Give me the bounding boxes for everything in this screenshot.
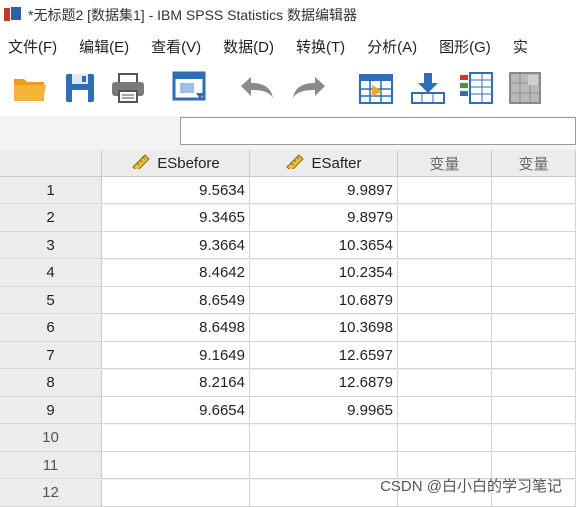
menu-graphs[interactable]: 图形(G) <box>439 36 491 57</box>
cell-empty[interactable] <box>492 397 576 424</box>
cell-empty[interactable] <box>492 342 576 369</box>
print-icon[interactable] <box>108 68 148 108</box>
cell-esafter[interactable]: 10.3698 <box>250 314 398 342</box>
row-number[interactable]: 5 <box>0 287 102 314</box>
cell-esbefore[interactable]: 9.6654 <box>102 397 250 424</box>
row-number[interactable]: 3 <box>0 232 102 259</box>
menu-bar: 文件(F) 编辑(E) 查看(V) 数据(D) 转换(T) 分析(A) 图形(G… <box>0 32 576 60</box>
watermark-text: CSDN @白小白的学习笔记 <box>380 478 562 495</box>
cell-esbefore[interactable] <box>102 452 250 479</box>
cell-empty[interactable] <box>492 204 576 232</box>
row-number[interactable]: 8 <box>0 369 102 397</box>
open-folder-icon[interactable] <box>10 68 50 108</box>
data-grid: ESbefore ESafter 变量 变量 1 9.5634 9.9897 2 9.3… <box>0 150 576 507</box>
cell-esafter[interactable]: 10.3654 <box>250 232 398 259</box>
cell-esafter[interactable]: 9.8979 <box>250 204 398 232</box>
cell-esafter[interactable]: 12.6879 <box>250 369 398 397</box>
insert-cases-icon[interactable] <box>408 68 448 108</box>
cell-empty[interactable] <box>398 232 492 259</box>
cell-esbefore[interactable]: 9.3664 <box>102 232 250 259</box>
cell-empty[interactable] <box>492 259 576 287</box>
redo-icon[interactable] <box>290 68 330 108</box>
cell-empty[interactable] <box>398 314 492 342</box>
cell-esbefore[interactable]: 9.1649 <box>102 342 250 369</box>
cell-empty[interactable] <box>492 424 576 452</box>
row-number[interactable]: 4 <box>0 259 102 287</box>
column-header-label: ESafter <box>311 154 362 172</box>
corner-header <box>0 150 102 177</box>
cell-esafter[interactable]: 9.9965 <box>250 397 398 424</box>
cell-esbefore[interactable] <box>102 424 250 452</box>
cell-esbefore[interactable]: 8.2164 <box>102 369 250 397</box>
cell-esafter[interactable]: 10.6879 <box>250 287 398 314</box>
cell-empty[interactable] <box>492 369 576 397</box>
row-number[interactable]: 9 <box>0 397 102 424</box>
cell-empty[interactable] <box>492 232 576 259</box>
cell-value-input[interactable] <box>180 117 576 145</box>
cell-esbefore[interactable]: 9.3465 <box>102 204 250 232</box>
cell-empty[interactable] <box>492 287 576 314</box>
cell-empty[interactable] <box>398 369 492 397</box>
dialog-recall-icon[interactable] <box>170 68 210 108</box>
save-icon[interactable] <box>60 68 100 108</box>
cell-empty[interactable] <box>398 204 492 232</box>
cell-empty[interactable] <box>398 397 492 424</box>
variables-icon[interactable] <box>456 68 496 108</box>
cell-empty[interactable] <box>398 342 492 369</box>
row-number[interactable]: 12 <box>0 479 102 507</box>
row-number[interactable]: 1 <box>0 177 102 204</box>
scale-ruler-icon <box>131 153 151 173</box>
window-title: *无标题2 [数据集1] - IBM SPSS Statistics 数据编辑器 <box>28 7 358 23</box>
cell-empty[interactable] <box>398 424 492 452</box>
menu-view[interactable]: 查看(V) <box>151 36 201 57</box>
title-bar: *无标题2 [数据集1] - IBM SPSS Statistics 数据编辑器 <box>0 0 576 30</box>
scale-ruler-icon <box>285 153 305 173</box>
cell-esbefore[interactable] <box>102 479 250 507</box>
cell-empty[interactable] <box>398 287 492 314</box>
row-number[interactable]: 11 <box>0 452 102 479</box>
cell-esafter[interactable] <box>250 452 398 479</box>
column-header-var1[interactable]: 变量 <box>398 150 492 177</box>
cell-empty[interactable] <box>398 177 492 204</box>
cell-esafter[interactable]: 9.9897 <box>250 177 398 204</box>
value-labels-icon[interactable] <box>506 68 546 108</box>
menu-edit[interactable]: 编辑(E) <box>79 36 129 57</box>
cell-empty[interactable] <box>492 177 576 204</box>
column-header-esbefore[interactable]: ESbefore <box>102 150 250 177</box>
row-number[interactable]: 6 <box>0 314 102 342</box>
cell-esbefore[interactable]: 8.6498 <box>102 314 250 342</box>
cell-esafter[interactable] <box>250 424 398 452</box>
menu-transform[interactable]: 转换(T) <box>296 36 345 57</box>
cell-esbefore[interactable]: 8.4642 <box>102 259 250 287</box>
menu-data[interactable]: 数据(D) <box>223 36 274 57</box>
row-number[interactable]: 7 <box>0 342 102 369</box>
cell-esafter[interactable]: 12.6597 <box>250 342 398 369</box>
column-header-esafter[interactable]: ESafter <box>250 150 398 177</box>
column-header-var2[interactable]: 变量 <box>492 150 576 177</box>
menu-utilities[interactable]: 实 <box>513 36 528 57</box>
cell-empty[interactable] <box>492 314 576 342</box>
cell-empty[interactable] <box>398 259 492 287</box>
cell-esafter[interactable]: 10.2354 <box>250 259 398 287</box>
undo-icon[interactable] <box>236 68 276 108</box>
menu-analyze[interactable]: 分析(A) <box>367 36 417 57</box>
column-header-label: ESbefore <box>157 154 220 172</box>
goto-case-icon[interactable] <box>356 68 396 108</box>
cell-esbefore[interactable]: 8.6549 <box>102 287 250 314</box>
cell-esafter[interactable] <box>250 479 398 507</box>
row-number[interactable]: 10 <box>0 424 102 452</box>
spss-app-icon <box>4 6 22 24</box>
toolbar <box>0 62 576 116</box>
row-number[interactable]: 2 <box>0 204 102 232</box>
menu-file[interactable]: 文件(F) <box>8 36 57 57</box>
cell-esbefore[interactable]: 9.5634 <box>102 177 250 204</box>
